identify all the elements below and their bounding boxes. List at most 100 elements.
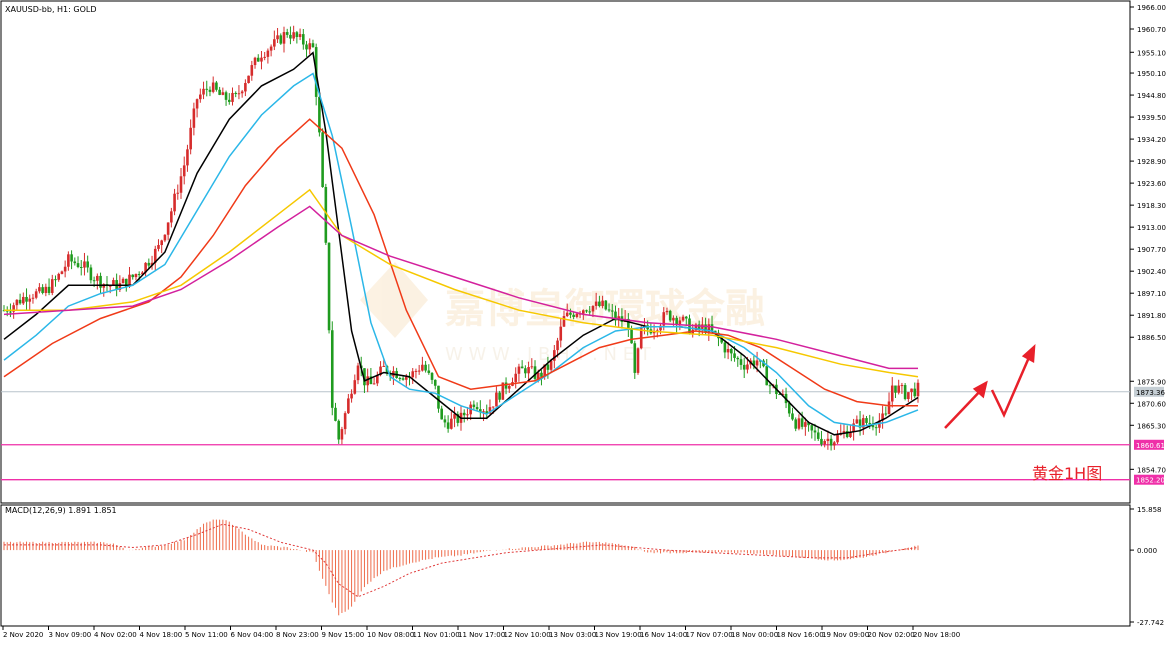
- candle-down: [533, 366, 537, 379]
- watermark: 嘉博皇御環球金融 W W W . J B H Y . N E T: [360, 262, 765, 365]
- candle-up: [672, 317, 675, 321]
- time-tick-label: 12 Nov 10:00: [504, 631, 551, 639]
- candle-up: [517, 366, 521, 374]
- candle-down: [86, 261, 89, 268]
- candle-down: [285, 32, 289, 35]
- candle-down: [41, 287, 44, 293]
- candle-down: [588, 311, 592, 313]
- horizontal-levels: [1, 391, 1130, 481]
- candle-up: [836, 434, 839, 443]
- candle-down: [884, 413, 888, 415]
- candle-down: [327, 242, 331, 331]
- candle-down: [829, 438, 833, 446]
- candle-down: [865, 418, 868, 423]
- candle-down: [305, 44, 308, 50]
- candle-up: [57, 273, 61, 280]
- candle-up: [273, 39, 276, 47]
- candle-up: [665, 310, 669, 313]
- candle-down: [73, 261, 77, 264]
- candle-down: [475, 407, 479, 410]
- candle-down: [224, 92, 228, 100]
- price-tick-label: 1960.70: [1137, 26, 1166, 34]
- candle-up: [549, 360, 553, 370]
- candle-up: [298, 34, 302, 38]
- symbol-label: XAUUSD-bb, H1: GOLD: [5, 5, 97, 14]
- candle-up: [44, 286, 48, 293]
- candle-down: [598, 301, 601, 307]
- candle-up: [182, 165, 186, 177]
- candle-up: [575, 313, 579, 317]
- candle-down: [569, 312, 572, 315]
- main-plot-frame: [0, 0, 1131, 504]
- candle-down: [585, 310, 588, 312]
- time-tick-label: 20 Nov 18:00: [913, 631, 960, 639]
- candle-down: [337, 420, 341, 440]
- candle-up: [199, 94, 202, 100]
- candle-down: [723, 342, 727, 353]
- candle-up: [260, 57, 263, 62]
- candle-up: [240, 91, 244, 94]
- price-tick-label: 1886.50: [1137, 334, 1166, 342]
- candle-up: [897, 385, 900, 393]
- candle-up: [15, 299, 19, 306]
- candle-up: [726, 348, 730, 353]
- candle-up: [202, 88, 205, 95]
- time-tick-label: 10 Nov 08:00: [367, 631, 414, 639]
- time-tick-label: 18 Nov 16:00: [777, 631, 824, 639]
- candle-down: [330, 330, 334, 408]
- candle-down: [334, 407, 337, 421]
- candle-down: [147, 262, 151, 266]
- candle-up: [221, 92, 225, 95]
- candle-up: [231, 92, 234, 102]
- price-tick-label: 1854.70: [1137, 466, 1166, 474]
- candle-down: [311, 43, 315, 48]
- candle-up: [372, 383, 376, 385]
- candle-up: [466, 414, 469, 416]
- candle-up: [266, 50, 270, 57]
- candle-up: [31, 297, 35, 299]
- candle-up: [269, 46, 273, 51]
- candle-down: [675, 317, 678, 325]
- candle-up: [804, 422, 807, 427]
- candle-up: [28, 298, 32, 302]
- candle-up: [176, 192, 180, 194]
- candle-up: [507, 385, 511, 389]
- candle-up: [601, 300, 604, 307]
- candle-up: [581, 310, 585, 314]
- chart-canvas: 嘉博皇御環球金融 W W W . J B H Y . N E T 1966.00…: [0, 0, 1166, 639]
- candle-up: [746, 364, 749, 370]
- time-tick-label: 2 Nov 2020: [3, 631, 43, 639]
- candle-up: [417, 370, 421, 372]
- candle-down: [800, 418, 804, 427]
- time-tick-label: 6 Nov 04:00: [231, 631, 274, 639]
- candle-down: [630, 328, 633, 344]
- candle-up: [855, 419, 859, 424]
- candle-down: [443, 419, 447, 423]
- candle-down: [54, 279, 57, 281]
- candle-down: [218, 89, 221, 95]
- candle-up: [565, 312, 569, 317]
- candle-up: [186, 149, 189, 166]
- candle-up: [530, 366, 534, 368]
- candle-down: [546, 364, 550, 370]
- candle-up: [50, 279, 54, 293]
- macd-tick-label: 0.000: [1137, 547, 1157, 555]
- moving-average-cyan: [3, 72, 919, 428]
- candle-up: [356, 365, 360, 381]
- candle-up: [340, 429, 344, 440]
- time-tick-label: 9 Nov 15:00: [322, 631, 365, 639]
- candle-up: [343, 413, 347, 430]
- candle-down: [215, 82, 218, 90]
- candle-down: [736, 357, 740, 360]
- candle-down: [668, 310, 672, 321]
- macd-signal-line: [4, 523, 919, 598]
- price-tick-label: 1913.00: [1137, 224, 1166, 232]
- time-axis: 2 Nov 2020 3 Nov 09:00 4 Nov 02:00 4 Nov 18…: [2, 626, 960, 639]
- candle-up: [907, 392, 910, 400]
- candle-up: [244, 83, 247, 92]
- candle-up: [681, 316, 685, 321]
- price-tick-label: 1891.80: [1137, 312, 1166, 320]
- price-tick-label: 1918.30: [1137, 202, 1166, 210]
- candle-up: [282, 32, 286, 44]
- candle-down: [498, 392, 501, 400]
